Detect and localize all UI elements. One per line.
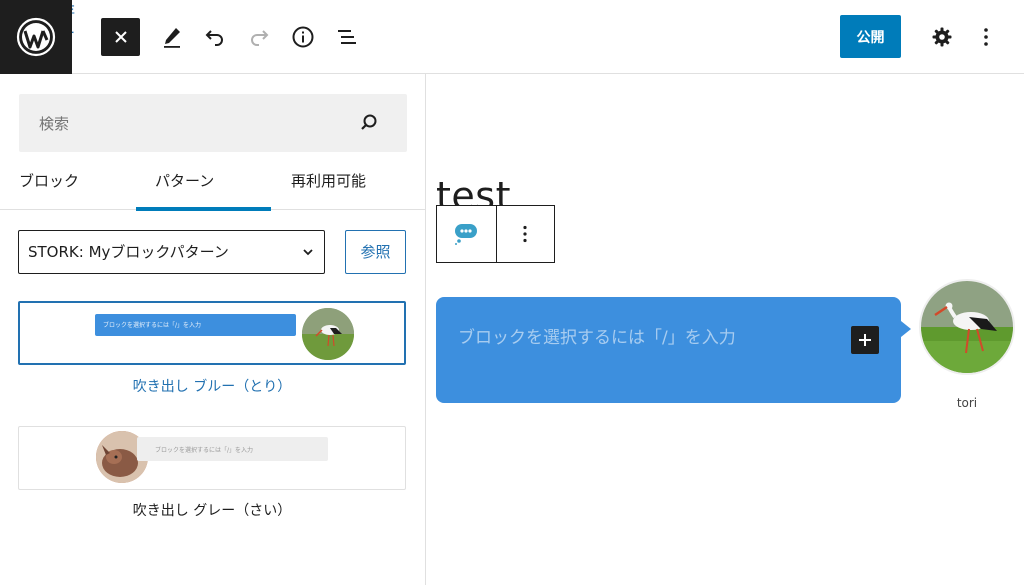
avatar-name: tori (956, 396, 978, 410)
publish-button[interactable]: 公開 (840, 15, 901, 58)
search-input[interactable]: 検索 (19, 94, 407, 152)
details-button[interactable] (287, 21, 319, 53)
tab-blocks[interactable]: ブロック (19, 152, 79, 210)
pencil-icon (164, 28, 180, 48)
close-icon (114, 31, 127, 43)
tab-patterns[interactable]: パターン (136, 152, 271, 211)
tab-reusable[interactable]: 再利用可能 (291, 152, 366, 210)
stork-avatar-thumbnail (302, 308, 354, 360)
pattern-category-select[interactable]: STORK: Myブロックパターン (18, 230, 325, 274)
block-options-button[interactable] (495, 206, 555, 262)
list-view-button[interactable] (331, 21, 363, 53)
bubble-placeholder[interactable]: ブロックを選択するには「/」を入力 (458, 323, 736, 348)
settings-button[interactable] (926, 21, 958, 53)
speech-bubble-icon (455, 224, 478, 245)
plus-icon (859, 334, 871, 346)
block-toolbar (436, 205, 555, 263)
more-vertical-icon (984, 28, 988, 46)
inserter-tabs: ブロック パターン 再利用可能 (0, 152, 426, 211)
speech-bubble-block[interactable]: ブロックを選択するには「/」を入力 (436, 297, 911, 403)
redo-button[interactable] (243, 21, 275, 53)
chevron-down-icon (303, 249, 313, 256)
editor-canvas: test ブロックを選択するには「/」を入力 tori (426, 74, 1024, 585)
wordpress-logo-button[interactable] (0, 0, 72, 74)
search-placeholder: 検索 (39, 115, 70, 133)
more-vertical-icon (523, 225, 527, 243)
info-icon (292, 26, 314, 48)
pattern-caption-gray[interactable]: 吹き出し グレー（さい） (18, 500, 406, 520)
stork-avatar (921, 281, 1013, 373)
editor-header: 下書き保存 プレビュー 公開 (0, 0, 1024, 74)
search-icon (361, 114, 377, 130)
pattern-preview-text: ブロックを選択するには「/」を入力 (155, 447, 254, 454)
pattern-bubble-preview: ブロックを選択するには「/」を入力 (137, 437, 328, 461)
wordpress-logo-icon (16, 17, 56, 57)
block-inserter-panel: 検索 ブロック パターン 再利用可能 STORK: Myブロックパターン 参照 … (0, 74, 426, 585)
undo-button[interactable] (199, 21, 231, 53)
pattern-preview-blue[interactable]: ブロックを選択するには「/」を入力 (18, 301, 406, 365)
close-inserter-button[interactable] (101, 18, 140, 56)
add-block-button[interactable] (851, 326, 879, 354)
pattern-preview-text: ブロックを選択するには「/」を入力 (103, 322, 202, 329)
browse-patterns-button[interactable]: 参照 (345, 230, 406, 274)
redo-icon (251, 30, 269, 46)
block-type-button[interactable] (437, 206, 496, 262)
options-menu-button[interactable] (970, 21, 1002, 53)
tools-button[interactable] (156, 21, 188, 53)
list-view-icon (338, 30, 356, 44)
gear-icon (932, 27, 952, 47)
pattern-caption-blue[interactable]: 吹き出し ブルー（とり） (18, 376, 406, 396)
pattern-category-value: STORK: Myブロックパターン (28, 243, 229, 261)
pattern-bubble-preview: ブロックを選択するには「/」を入力 (95, 314, 296, 336)
pattern-preview-gray[interactable]: ブロックを選択するには「/」を入力 (18, 426, 406, 490)
undo-icon (205, 30, 223, 46)
